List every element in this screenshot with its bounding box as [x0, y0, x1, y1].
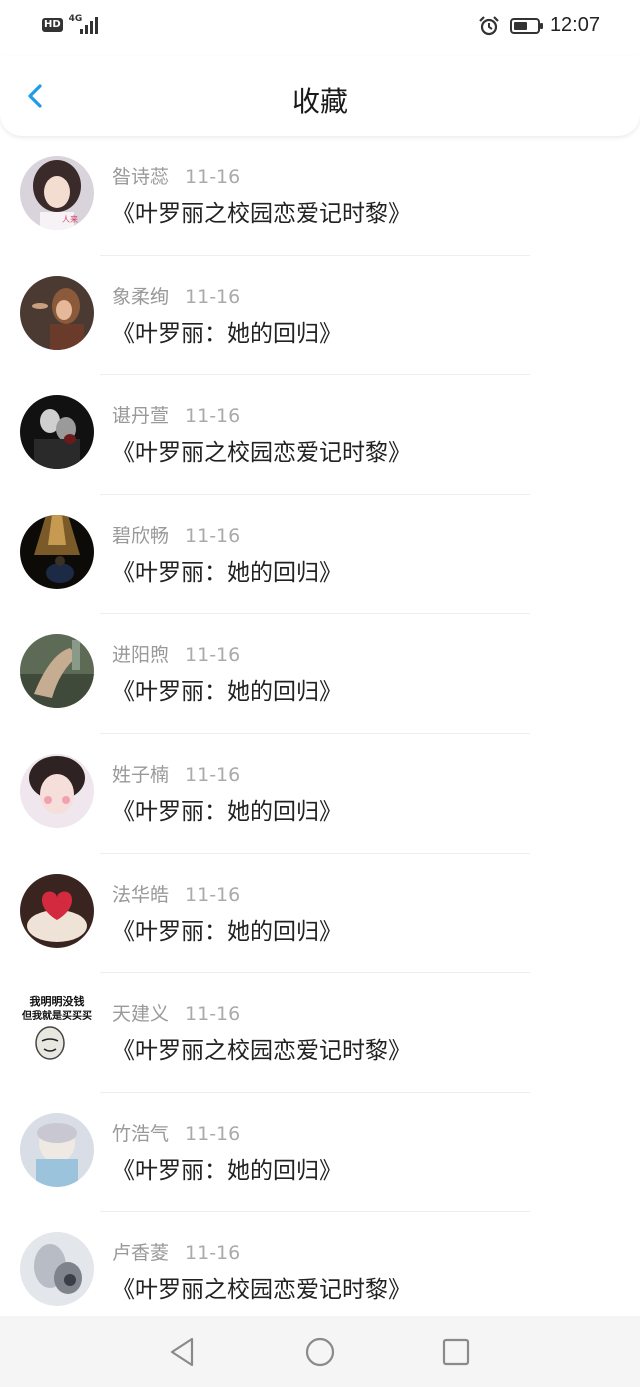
- item-meta: 法华皓 11-16: [112, 880, 240, 907]
- avatar: [20, 514, 94, 589]
- list-item[interactable]: 进阳煦 11-16 《叶罗丽：她的回归》: [0, 614, 640, 734]
- home-circle-icon: [305, 1337, 335, 1367]
- item-meta: 碧欣畅 11-16: [112, 521, 240, 548]
- avatar-image: [20, 873, 94, 948]
- avatar: [20, 873, 94, 948]
- avatar-image: 人来: [20, 156, 94, 230]
- meme-text-line2: 但我就是买买买: [21, 1009, 92, 1022]
- nav-recents-button[interactable]: [438, 1334, 474, 1370]
- meme-text-line1: 我明明没钱: [30, 994, 85, 1008]
- item-date: 11-16: [185, 524, 241, 547]
- avatar-image: [20, 1232, 94, 1307]
- item-date: 11-16: [185, 166, 241, 188]
- work-title: 《叶罗丽：她的回归》: [112, 1157, 342, 1184]
- svg-text:人来: 人来: [62, 215, 78, 224]
- item-date: 11-16: [185, 764, 241, 786]
- item-meta: 姓子楠 11-16: [112, 760, 240, 787]
- list-item[interactable]: 姓子楠 11-16 《叶罗丽：她的回归》: [0, 734, 640, 854]
- nav-back-button[interactable]: [164, 1334, 200, 1370]
- item-meta: 昝诗蕊 11-16: [112, 162, 240, 189]
- avatar: [20, 275, 94, 350]
- status-right: 12:07: [478, 14, 600, 37]
- list-item[interactable]: 卢香菱 11-16 《叶罗丽之校园恋爱记时黎》: [0, 1212, 640, 1316]
- item-date: 11-16: [185, 1122, 241, 1145]
- app-header: 收藏: [0, 56, 640, 136]
- page-title: 收藏: [291, 85, 348, 118]
- author-name: 进阳煦: [112, 644, 170, 667]
- item-date: 11-16: [185, 883, 241, 906]
- author-name: 谌丹萱: [112, 405, 170, 428]
- author-name: 昝诗蕊: [112, 166, 170, 188]
- item-meta: 卢香菱 11-16: [112, 1238, 240, 1265]
- item-date: 11-16: [185, 285, 241, 308]
- item-meta: 竹浩气 11-16: [112, 1119, 240, 1146]
- avatar-image: 我明明没钱 但我就是买买买: [20, 993, 94, 1068]
- item-date: 11-16: [185, 644, 241, 667]
- work-title: 《叶罗丽：她的回归》: [112, 320, 342, 347]
- list-item[interactable]: 竹浩气 11-16 《叶罗丽：她的回归》: [0, 1093, 640, 1213]
- battery-icon: [509, 17, 543, 34]
- avatar: [20, 754, 94, 828]
- work-title: 《叶罗丽：她的回归》: [112, 799, 342, 825]
- author-name: 碧欣畅: [112, 524, 170, 547]
- work-title: 《叶罗丽之校园恋爱记时黎》: [112, 201, 411, 227]
- item-date: 11-16: [185, 1003, 241, 1026]
- avatar-image: [20, 395, 94, 470]
- author-name: 姓子楠: [112, 764, 170, 786]
- favorites-screen: HD 4G 12:07 收藏 人来 昝诗蕊 11-16 《叶罗丽之校园恋爱记时黎…: [0, 0, 640, 1387]
- work-title: 《叶罗丽之校园恋爱记时黎》: [112, 440, 411, 467]
- back-triangle-icon: [170, 1337, 194, 1367]
- item-date: 11-16: [185, 405, 241, 428]
- list-item[interactable]: 人来 昝诗蕊 11-16 《叶罗丽之校园恋爱记时黎》: [0, 136, 640, 256]
- nav-home-button[interactable]: [302, 1334, 338, 1370]
- avatar: [20, 1232, 94, 1307]
- status-left: HD 4G: [42, 14, 101, 36]
- work-title: 《叶罗丽之校园恋爱记时黎》: [112, 1277, 411, 1304]
- list-item[interactable]: 谌丹萱 11-16 《叶罗丽之校园恋爱记时黎》: [0, 375, 640, 495]
- avatar-image: [20, 1112, 94, 1187]
- work-title: 《叶罗丽之校园恋爱记时黎》: [112, 1038, 411, 1065]
- list-item[interactable]: 我明明没钱 但我就是买买买 天建义 11-16 《叶罗丽之校园恋爱记时黎》: [0, 973, 640, 1093]
- author-name: 天建义: [112, 1003, 170, 1026]
- item-meta: 进阳煦 11-16: [112, 640, 240, 667]
- author-name: 卢香菱: [112, 1242, 170, 1265]
- work-title: 《叶罗丽：她的回归》: [112, 559, 342, 586]
- work-title: 《叶罗丽：她的回归》: [112, 679, 342, 706]
- list-item[interactable]: 象柔绚 11-16 《叶罗丽：她的回归》: [0, 256, 640, 376]
- hd-icon: HD: [42, 18, 63, 32]
- author-name: 象柔绚: [112, 285, 170, 308]
- author-name: 法华皓: [112, 883, 170, 906]
- battery-level: [513, 21, 528, 30]
- avatar: 人来: [20, 156, 94, 230]
- alarm-icon: [479, 15, 499, 35]
- avatar: [20, 634, 94, 709]
- list-item[interactable]: 法华皓 11-16 《叶罗丽：她的回归》: [0, 854, 640, 974]
- item-date: 11-16: [185, 1242, 241, 1265]
- avatar: 我明明没钱 但我就是买买买: [20, 993, 94, 1068]
- list-item[interactable]: 碧欣畅 11-16 《叶罗丽：她的回归》: [0, 495, 640, 615]
- item-meta: 谌丹萱 11-16: [112, 401, 240, 428]
- system-nav-bar: [0, 1316, 640, 1387]
- signal-icon: 4G: [69, 14, 101, 36]
- avatar: [20, 1112, 94, 1187]
- favorites-list: 人来 昝诗蕊 11-16 《叶罗丽之校园恋爱记时黎》 象柔绚 11-16 《叶罗…: [0, 136, 640, 1316]
- clock-time: 12:07: [549, 14, 600, 36]
- avatar: [20, 395, 94, 470]
- item-meta: 天建义 11-16: [112, 999, 240, 1026]
- item-meta: 象柔绚 11-16: [112, 282, 240, 309]
- work-title: 《叶罗丽：她的回归》: [112, 918, 342, 945]
- avatar-image: [20, 754, 94, 828]
- avatar-image: [20, 275, 94, 350]
- recents-square-icon: [442, 1338, 470, 1366]
- avatar-image: [20, 634, 94, 709]
- status-bar: HD 4G 12:07: [0, 0, 640, 56]
- author-name: 竹浩气: [112, 1122, 170, 1145]
- avatar-image: [20, 514, 94, 589]
